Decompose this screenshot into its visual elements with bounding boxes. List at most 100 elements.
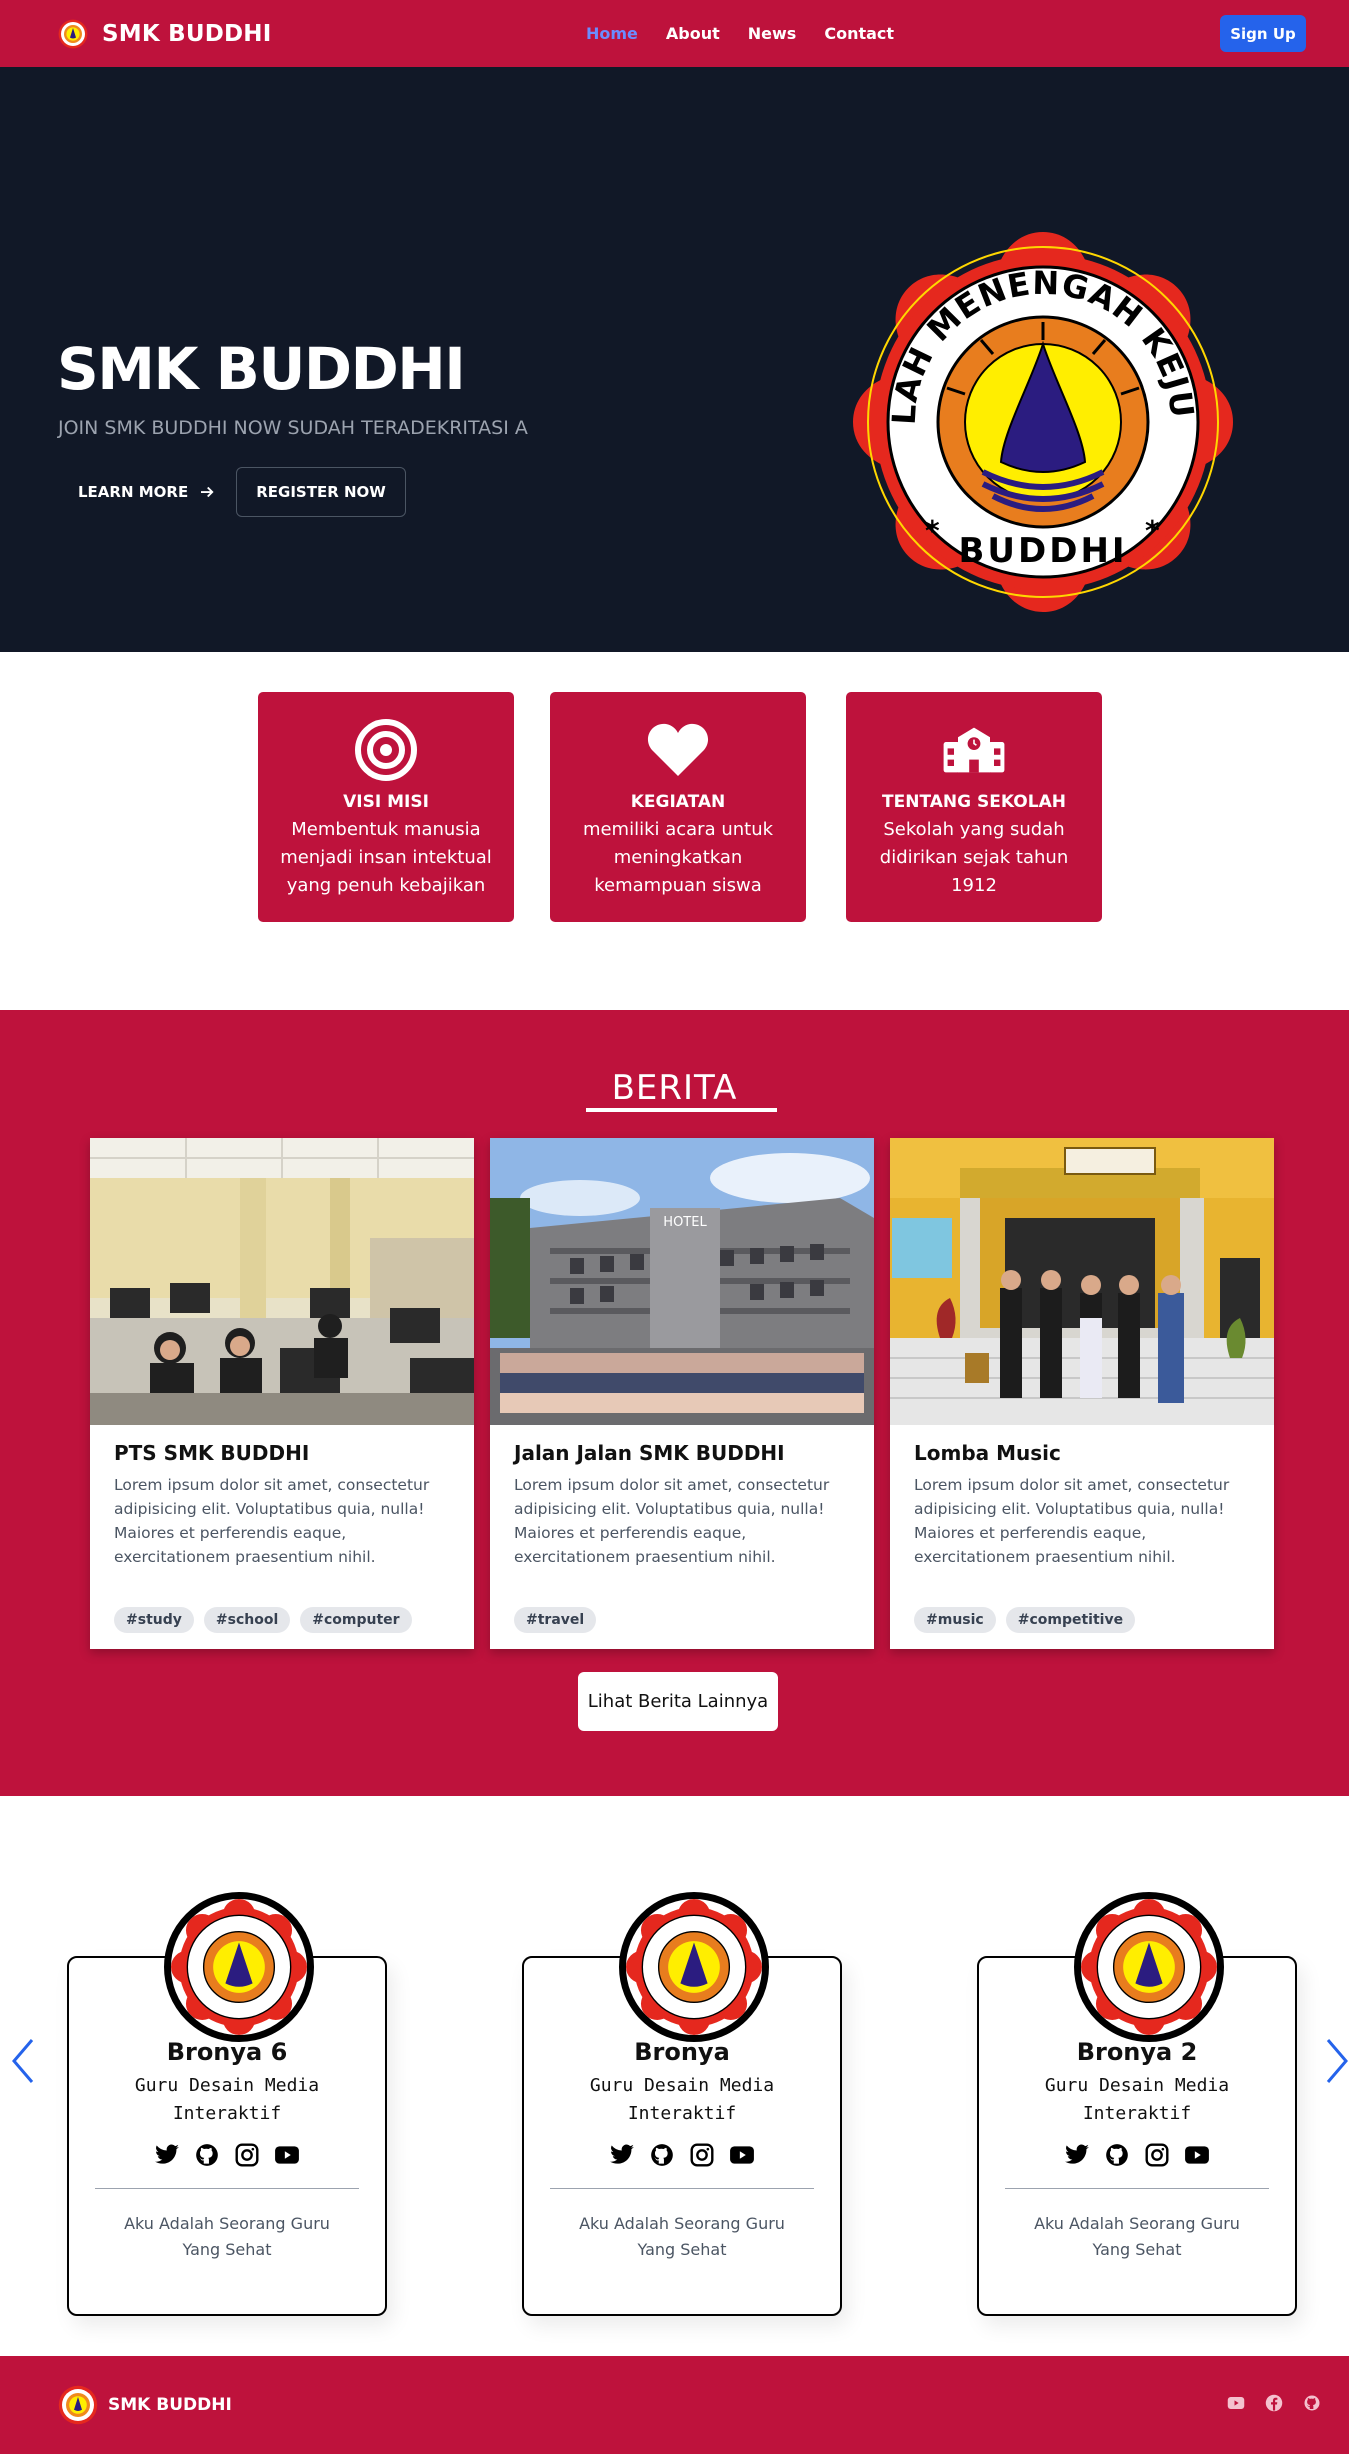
feature-text: memiliki acara untuk meningkatkan kemamp… (582, 819, 774, 896)
hero-section: SMK BUDDHI JOIN SMK BUDDHI NOW SUDAH TER… (0, 67, 1349, 652)
youtube-icon[interactable] (1227, 2394, 1245, 2412)
footer: SMK BUDDHI (0, 2356, 1349, 2454)
news-card-jalan-jalan[interactable]: HOTEL Jalan Jalan SMK BUDDHI Lorem ipsum… (490, 1138, 874, 1649)
instagram-icon[interactable] (1144, 2142, 1170, 2168)
news-image-group-photo: HOTEL (490, 1138, 874, 1425)
avatar (164, 1892, 314, 2042)
chevron-right-icon[interactable] (1322, 2036, 1349, 2086)
news-card-title: Lomba Music (914, 1441, 1061, 1465)
youtube-icon[interactable] (729, 2142, 755, 2168)
github-icon[interactable] (1104, 2142, 1130, 2168)
news-card-pts[interactable]: PTS SMK BUDDHI Lorem ipsum dolor sit ame… (90, 1138, 474, 1649)
teacher-name: Bronya 6 (166, 2038, 288, 2066)
target-icon (355, 719, 417, 781)
teacher-description: Aku Adalah Seorang Guru Yang Sehat (124, 2214, 330, 2259)
nav-link-news[interactable]: News (748, 24, 797, 43)
nav-links: Home About News Contact (586, 0, 894, 67)
news-card-lomba-music[interactable]: Lomba Music Lorem ipsum dolor sit amet, … (890, 1138, 1274, 1649)
news-card-title: Jalan Jalan SMK BUDDHI (514, 1441, 785, 1465)
teacher-role: Guru Desain Media Interaktif (134, 2075, 320, 2124)
berita-underline (586, 1108, 777, 1112)
nav-link-home[interactable]: Home (586, 24, 638, 43)
more-news-button[interactable]: Lihat Berita Lainnya (578, 1672, 778, 1731)
instagram-icon[interactable] (234, 2142, 260, 2168)
social-links (524, 2142, 840, 2168)
navbar: SMK BUDDHI Home About News Contact Sign … (0, 0, 1349, 67)
instagram-icon[interactable] (689, 2142, 715, 2168)
feature-title: VISI MISI (343, 792, 429, 812)
tag[interactable]: #travel (514, 1607, 597, 1633)
tag[interactable]: #study (114, 1607, 194, 1633)
twitter-icon[interactable] (609, 2142, 635, 2168)
avatar (619, 1892, 769, 2042)
svg-text:*: * (1145, 514, 1160, 547)
hero-title: SMK BUDDHI (57, 335, 466, 403)
school-icon (943, 727, 1005, 773)
news-image-school-entrance (890, 1138, 1274, 1425)
berita-title: BERITA (611, 1068, 738, 1108)
news-card-title: PTS SMK BUDDHI (114, 1441, 310, 1465)
arrow-right-icon (201, 486, 214, 498)
teacher-description: Aku Adalah Seorang Guru Yang Sehat (1034, 2214, 1240, 2259)
youtube-icon[interactable] (274, 2142, 300, 2168)
feature-title: KEGIATAN (630, 792, 726, 812)
teacher-card: Bronya 6 Guru Desain Media Interaktif Ak… (67, 1892, 387, 2316)
news-image-computer-lab (90, 1138, 474, 1425)
team-section: Bronya 6 Guru Desain Media Interaktif Ak… (0, 1796, 1349, 2356)
twitter-icon[interactable] (154, 2142, 180, 2168)
social-links (979, 2142, 1295, 2168)
tag-list: #travel (514, 1607, 597, 1633)
learn-more-label: LEARN MORE (78, 483, 189, 501)
feature-text: Membentuk manusia menjadi insan intektua… (280, 819, 492, 896)
feature-text: Sekolah yang sudah didirikan sejak tahun… (879, 819, 1069, 896)
teacher-name: Bronya 2 (1076, 2038, 1198, 2066)
tag[interactable]: #computer (300, 1607, 412, 1633)
hero-subtitle: JOIN SMK BUDDHI NOW SUDAH TERADEKRITASI … (58, 417, 528, 439)
github-icon[interactable] (1303, 2394, 1321, 2412)
footer-brand-name: SMK BUDDHI (108, 2395, 232, 2415)
school-emblem: SEKOLAH MENENGAH KEJURUAN BUDDHI * * (853, 232, 1233, 612)
signup-button[interactable]: Sign Up (1220, 15, 1306, 52)
teacher-card: Bronya Guru Desain Media Interaktif Aku … (522, 1892, 842, 2316)
tag[interactable]: #school (203, 1607, 291, 1633)
news-card-text: Lorem ipsum dolor sit amet, consectetur … (114, 1476, 430, 1566)
teacher-card: Bronya 2 Guru Desain Media Interaktif Ak… (977, 1892, 1297, 2316)
learn-more-button[interactable]: LEARN MORE (58, 467, 236, 517)
chevron-left-icon[interactable] (8, 2036, 38, 2086)
nav-link-about[interactable]: About (666, 24, 720, 43)
news-card-text: Lorem ipsum dolor sit amet, consectetur … (914, 1476, 1230, 1566)
footer-brand[interactable]: SMK BUDDHI (58, 2385, 232, 2425)
school-logo-icon (58, 2385, 98, 2425)
brand-name: SMK BUDDHI (102, 20, 272, 47)
nav-link-contact[interactable]: Contact (824, 24, 894, 43)
tag[interactable]: #competitive (1005, 1607, 1136, 1633)
facebook-icon[interactable] (1265, 2394, 1283, 2412)
divider (95, 2188, 359, 2189)
hotel-sign-text: HOTEL (663, 1215, 707, 1230)
feature-card-visi-misi: VISI MISI Membentuk manusia menjadi insa… (258, 692, 514, 922)
avatar (1074, 1892, 1224, 2042)
divider (1005, 2188, 1269, 2189)
twitter-icon[interactable] (1064, 2142, 1090, 2168)
teacher-role: Guru Desain Media Interaktif (1044, 2075, 1230, 2124)
teacher-name: Bronya (634, 2038, 730, 2066)
feature-card-tentang-sekolah: TENTANG SEKOLAH Sekolah yang sudah didir… (846, 692, 1102, 922)
github-icon[interactable] (194, 2142, 220, 2168)
teacher-description: Aku Adalah Seorang Guru Yang Sehat (579, 2214, 785, 2259)
heart-icon (647, 723, 709, 776)
brand[interactable]: SMK BUDDHI (58, 19, 271, 49)
github-icon[interactable] (649, 2142, 675, 2168)
hero-buttons: LEARN MORE REGISTER NOW (58, 467, 406, 517)
feature-title: TENTANG SEKOLAH (882, 792, 1066, 812)
youtube-icon[interactable] (1184, 2142, 1210, 2168)
tag-list: #music #competitive (914, 1607, 1136, 1633)
emblem-bottom-text: BUDDHI (958, 531, 1127, 571)
register-now-button[interactable]: REGISTER NOW (236, 467, 406, 517)
school-logo-icon (58, 19, 88, 48)
tag[interactable]: #music (914, 1607, 996, 1633)
feature-card-kegiatan: KEGIATAN memiliki acara untuk meningkatk… (550, 692, 806, 922)
svg-text:*: * (925, 514, 940, 547)
berita-section: BERITA PTS SMK BUDDHI Lorem ipsum dolor … (0, 1010, 1349, 1796)
footer-social-links (1227, 2394, 1321, 2412)
social-links (69, 2142, 385, 2168)
